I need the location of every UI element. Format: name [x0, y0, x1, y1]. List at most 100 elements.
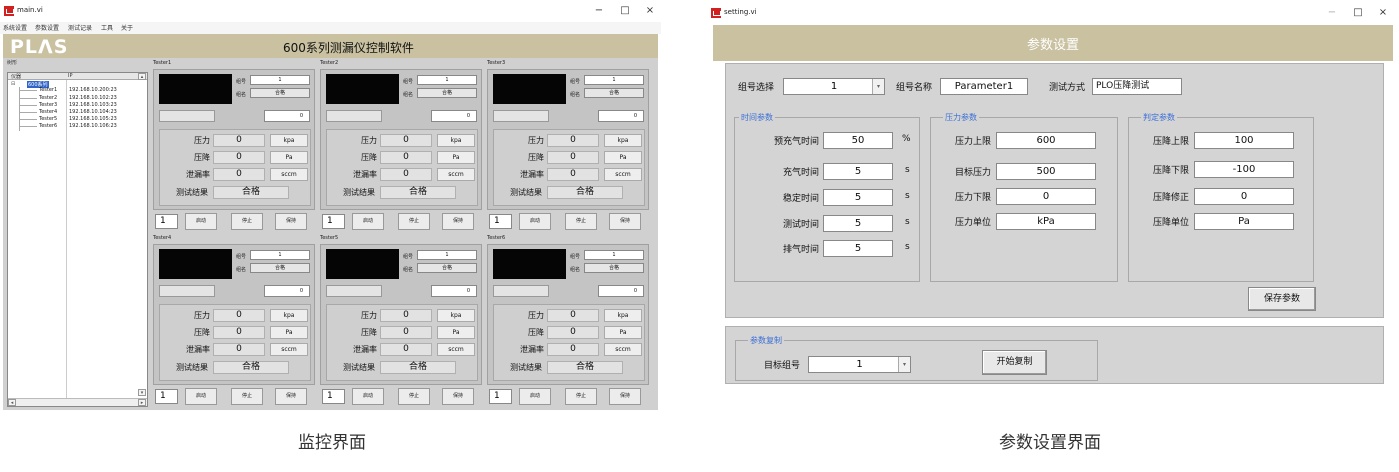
start-copy-button[interactable]: 开始复制 — [982, 350, 1047, 375]
drop-upper-input[interactable]: 100 — [1194, 132, 1294, 149]
tree-item-ip: 192.168.10.105:23 — [69, 116, 117, 122]
menu-about[interactable]: 关于 — [121, 23, 133, 32]
group-select-dropdown[interactable]: 1 ▾ — [783, 78, 885, 95]
scroll-up-button[interactable]: ▴ — [138, 73, 146, 80]
start-button[interactable]: 启动 — [352, 388, 384, 405]
tree-item-tester2[interactable]: Tester2 — [39, 95, 57, 101]
group-name-input[interactable]: Parameter1 — [940, 78, 1028, 95]
result-label: 测试结果 — [510, 363, 542, 372]
fill-time-label: 充气时间 — [782, 168, 819, 178]
tester-panel-2: Tester2 组号 1 组名 合格 0 压力 0 kpa 压降 0 Pa 泄漏… — [320, 60, 483, 232]
count-field[interactable]: 1 — [155, 389, 178, 404]
maximize-button[interactable]: □ — [1346, 5, 1370, 21]
instrument-tree[interactable]: 仪器 IP ▴ ⊟ 600系列 Tester1 192.168.10.200:2… — [7, 72, 148, 407]
tree-item-ip: 192.168.10.104:23 — [69, 109, 117, 115]
group-no-field: 1 — [584, 75, 644, 85]
stabilize-time-unit: s — [905, 191, 910, 201]
drop-unit-input[interactable]: Pa — [1194, 213, 1294, 230]
pressure-upper-input[interactable]: 600 — [996, 132, 1096, 149]
start-button[interactable]: 启动 — [352, 213, 384, 230]
chevron-down-icon[interactable]: ▾ — [872, 79, 884, 94]
tree-item-tester3[interactable]: Tester3 — [39, 102, 57, 108]
tester-panel-3: Tester3 组号 1 组名 合格 0 压力 0 kpa 压降 0 Pa 泄漏… — [487, 60, 650, 232]
count-field[interactable]: 1 — [322, 389, 345, 404]
pressure-lower-input[interactable]: 0 — [996, 188, 1096, 205]
menu-param-settings[interactable]: 参数设置 — [35, 23, 59, 32]
exhaust-time-label: 排气时间 — [782, 245, 819, 255]
drop-lower-label: 压降下限 — [1152, 166, 1189, 176]
minimize-button[interactable]: − — [587, 3, 611, 19]
target-group-dropdown[interactable]: 1 ▾ — [808, 356, 911, 373]
close-button[interactable]: × — [1371, 5, 1395, 21]
pressure-label: 压力 — [361, 311, 377, 320]
start-button[interactable]: 启动 — [185, 213, 217, 230]
tree-column-divider — [66, 80, 67, 398]
target-pressure-input[interactable]: 500 — [996, 163, 1096, 180]
hold-button[interactable]: 保持 — [275, 213, 307, 230]
start-button[interactable]: 启动 — [519, 213, 551, 230]
count-field[interactable]: 1 — [322, 214, 345, 229]
tree-item-tester5[interactable]: Tester5 — [39, 116, 57, 122]
count-field[interactable]: 1 — [489, 389, 512, 404]
hold-button[interactable]: 保持 — [442, 213, 474, 230]
pressure-value: 0 — [213, 309, 265, 322]
menu-test-records[interactable]: 测试记录 — [68, 23, 92, 32]
pre-fill-time-unit: % — [902, 134, 911, 144]
stop-button[interactable]: 停止 — [398, 388, 430, 405]
plas-logo: PLΛS — [10, 36, 69, 58]
tree-item-ip: 192.168.10.102:23 — [69, 95, 117, 101]
pressure-drop-unit: Pa — [604, 151, 642, 164]
pressure-lower-label: 压力下限 — [954, 193, 991, 203]
menu-system-settings[interactable]: 系统设置 — [3, 23, 27, 32]
tester-display — [326, 74, 399, 104]
hold-button[interactable]: 保持 — [442, 388, 474, 405]
chevron-down-icon[interactable]: ▾ — [898, 357, 910, 372]
stop-button[interactable]: 停止 — [565, 213, 597, 230]
stabilize-time-input[interactable]: 5 — [823, 189, 893, 206]
group-no-field: 1 — [417, 75, 477, 85]
pressure-drop-label: 压降 — [528, 328, 544, 337]
scroll-left-button[interactable]: ◂ — [8, 399, 16, 406]
tree-item-tester6[interactable]: Tester6 — [39, 123, 57, 129]
drop-correction-input[interactable]: 0 — [1194, 188, 1294, 205]
tree-item-tester4[interactable]: Tester4 — [39, 109, 57, 115]
save-params-button[interactable]: 保存参数 — [1248, 287, 1316, 311]
horizontal-scrollbar[interactable]: ◂ ▸ — [8, 398, 147, 406]
tester-controls: 1 启动 停止 保持 — [320, 386, 482, 407]
test-time-input[interactable]: 5 — [823, 215, 893, 232]
pre-fill-time-input[interactable]: 50 — [823, 132, 893, 149]
hold-button[interactable]: 保持 — [275, 388, 307, 405]
leak-rate-value: 0 — [213, 343, 265, 356]
fill-time-input[interactable]: 5 — [823, 163, 893, 180]
stop-button[interactable]: 停止 — [398, 213, 430, 230]
pressure-label: 压力 — [194, 136, 210, 145]
tree-item-tester1[interactable]: Tester1 — [39, 87, 57, 93]
window-title: setting.vi — [724, 8, 757, 16]
tester-controls: 1 启动 停止 保持 — [153, 211, 315, 232]
pressure-drop-value: 0 — [380, 326, 432, 339]
group-name-field: 合格 — [584, 263, 644, 273]
hold-button[interactable]: 保持 — [609, 388, 641, 405]
stop-button[interactable]: 停止 — [231, 388, 263, 405]
pressure-unit-input[interactable]: kPa — [996, 213, 1096, 230]
stop-button[interactable]: 停止 — [565, 388, 597, 405]
tester-controls: 1 启动 停止 保持 — [153, 386, 315, 407]
test-mode-input[interactable]: PLO压降测试 — [1092, 78, 1182, 95]
stop-button[interactable]: 停止 — [231, 213, 263, 230]
hold-button[interactable]: 保持 — [609, 213, 641, 230]
menu-tools[interactable]: 工具 — [101, 23, 113, 32]
pressure-unit: kpa — [604, 309, 642, 322]
tree-expander[interactable]: ⊟ — [11, 81, 15, 87]
start-button[interactable]: 启动 — [185, 388, 217, 405]
count-field[interactable]: 1 — [489, 214, 512, 229]
result-label: 测试结果 — [510, 188, 542, 197]
scroll-right-button[interactable]: ▸ — [138, 399, 146, 406]
count-field[interactable]: 1 — [155, 214, 178, 229]
drop-lower-input[interactable]: -100 — [1194, 161, 1294, 178]
scroll-down-button[interactable]: ▾ — [138, 389, 146, 396]
minimize-button[interactable]: − — [1320, 5, 1344, 21]
maximize-button[interactable]: □ — [613, 3, 637, 19]
start-button[interactable]: 启动 — [519, 388, 551, 405]
exhaust-time-input[interactable]: 5 — [823, 240, 893, 257]
close-button[interactable]: × — [638, 3, 662, 19]
